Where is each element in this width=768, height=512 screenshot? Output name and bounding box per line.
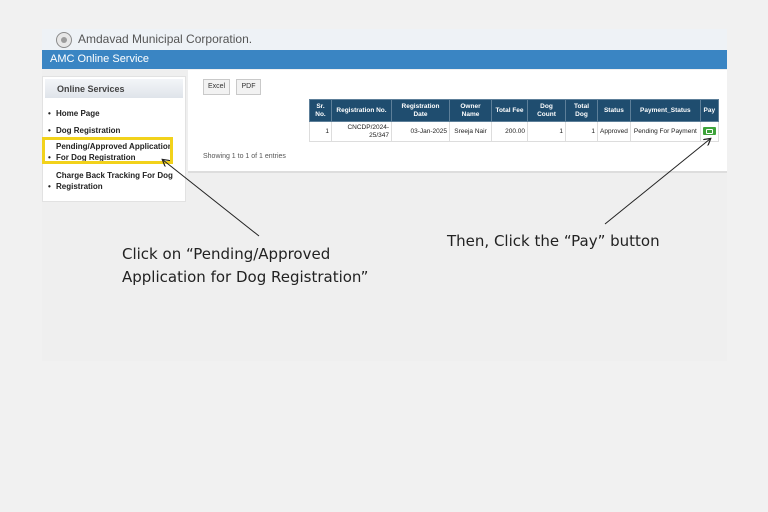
sidebar-item-label: Home Page	[56, 109, 100, 118]
column-header[interactable]: Status	[597, 99, 631, 122]
cell-status: Approved	[597, 121, 631, 142]
service-title: AMC Online Service	[50, 53, 150, 65]
amc-logo-icon	[56, 32, 72, 48]
pay-button[interactable]	[702, 127, 716, 136]
instruction-step-2: Then, Click the “Pay” button	[447, 232, 660, 250]
column-header[interactable]: Dog Count	[527, 99, 566, 122]
sidebar-heading: Online Services	[45, 79, 183, 98]
cell-registration-date: 03-Jan-2025	[391, 121, 450, 142]
cell-registration-no: CNCDP/2024-25/347	[331, 121, 392, 142]
bullet-icon: •	[48, 109, 51, 118]
table-header-row: Sr. No. Registration No. Registration Da…	[309, 99, 719, 122]
sidebar-item-charge-back[interactable]: • Charge Back Tracking For Dog Registrat…	[48, 170, 178, 192]
column-header[interactable]: Total Fee	[491, 99, 528, 122]
cell-pay	[699, 121, 719, 142]
bullet-icon: •	[48, 126, 51, 135]
cell-total-fee: 200.00	[491, 121, 528, 142]
column-header[interactable]: Registration Date	[391, 99, 450, 122]
instruction-text: Click on “Pending/Approved Application f…	[122, 245, 369, 286]
sidebar-item-home[interactable]: • Home Page	[48, 108, 100, 119]
site-title: Amdavad Municipal Corporation.	[78, 32, 253, 46]
column-header[interactable]: Sr. No.	[309, 99, 332, 122]
excel-button[interactable]: Excel	[203, 79, 230, 95]
bullet-icon: •	[48, 182, 51, 191]
service-bar: AMC Online Service	[42, 50, 727, 69]
sidebar-item-label: Dog Registration	[56, 126, 121, 135]
table-row: 1 CNCDP/2024-25/347 03-Jan-2025 Sreeja N…	[309, 121, 719, 142]
column-header[interactable]: Owner Name	[449, 99, 492, 122]
site-header: Amdavad Municipal Corporation.	[42, 29, 727, 50]
cell-dog-count: 1	[527, 121, 566, 142]
cell-total-dog: 1	[565, 121, 598, 142]
instruction-step-1: Click on “Pending/Approved Application f…	[122, 243, 412, 289]
column-header[interactable]: Total Dog	[565, 99, 598, 122]
main-panel: Excel PDF Sr. No. Registration No. Regis…	[188, 70, 727, 173]
cell-sr-no: 1	[309, 121, 332, 142]
table-info: Showing 1 to 1 of 1 entries	[203, 153, 286, 160]
column-header[interactable]: Payment_Status	[629, 99, 701, 122]
highlight-box	[42, 137, 173, 164]
column-header[interactable]: Registration No.	[331, 99, 392, 122]
cell-payment-status: Pending For Payment	[629, 121, 701, 142]
registration-table: Sr. No. Registration No. Registration Da…	[309, 99, 719, 142]
sidebar-item-dog-registration[interactable]: • Dog Registration	[48, 125, 120, 136]
cell-owner-name: Sreeja Nair	[449, 121, 492, 142]
pdf-button[interactable]: PDF	[236, 79, 261, 95]
sidebar-item-label: Charge Back Tracking For Dog Registratio…	[56, 171, 173, 191]
column-header[interactable]: Pay	[699, 99, 719, 122]
screenshot-frame: Amdavad Municipal Corporation. AMC Onlin…	[42, 29, 727, 361]
